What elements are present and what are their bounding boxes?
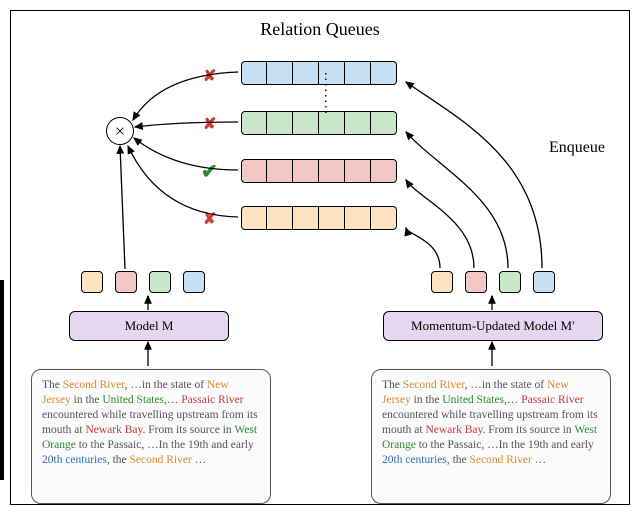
enqueue-label: Enqueue (549, 139, 605, 157)
diagram-title: Relation Queues (254, 19, 385, 40)
crop-edge-bar (0, 280, 4, 480)
queue-cell (371, 61, 397, 85)
queue-cell (371, 206, 397, 230)
otimes-node: × (106, 117, 134, 145)
queue-cell (241, 159, 267, 183)
queue-cell (267, 61, 293, 85)
queue-blue (241, 61, 397, 85)
queue-green (241, 111, 397, 135)
output-square-green (499, 271, 521, 293)
model-m-prime-label: Momentum-Updated Model M′ (411, 318, 575, 334)
queue-cell (319, 206, 345, 230)
output-square-red (465, 271, 487, 293)
queue-cell (241, 206, 267, 230)
queue-cell (267, 159, 293, 183)
queue-cell (345, 206, 371, 230)
queue-cell (371, 159, 397, 183)
queue-cell (345, 111, 371, 135)
diagram-frame: Relation Queues Enqueue ........ ✘ ✘ ✔ ✘… (10, 10, 630, 505)
output-square-blue (533, 271, 555, 293)
model-m-outputs (81, 271, 205, 293)
x-mark-icon: ✘ (203, 209, 216, 229)
output-square-blue (183, 271, 205, 293)
model-m-label: Model M (125, 318, 174, 334)
queue-cell (293, 206, 319, 230)
queue-cell (319, 159, 345, 183)
queue-cell (267, 206, 293, 230)
queue-cell (293, 61, 319, 85)
queue-cell (241, 61, 267, 85)
model-m-prime-box: Momentum-Updated Model M′ (383, 311, 603, 341)
queue-cell (293, 111, 319, 135)
queue-cell (293, 159, 319, 183)
queue-cell (345, 159, 371, 183)
output-square-green (149, 271, 171, 293)
check-mark-icon: ✔ (201, 159, 218, 184)
queue-orange (241, 206, 397, 230)
queue-cell (241, 111, 267, 135)
queue-cell (371, 111, 397, 135)
output-square-orange (81, 271, 103, 293)
model-m-prime-outputs (431, 271, 555, 293)
model-m-box: Model M (69, 311, 229, 341)
queue-cell (345, 61, 371, 85)
queue-cell (267, 111, 293, 135)
x-mark-icon: ✘ (203, 66, 216, 86)
output-square-orange (431, 271, 453, 293)
queue-red (241, 159, 397, 183)
input-passage-right: The Second River, …in the state of New J… (371, 369, 611, 504)
input-passage-left: The Second River, …in the state of New J… (31, 369, 271, 504)
queue-ellipsis: ........ (320, 72, 336, 116)
output-square-red (115, 271, 137, 293)
x-mark-icon: ✘ (203, 114, 216, 134)
